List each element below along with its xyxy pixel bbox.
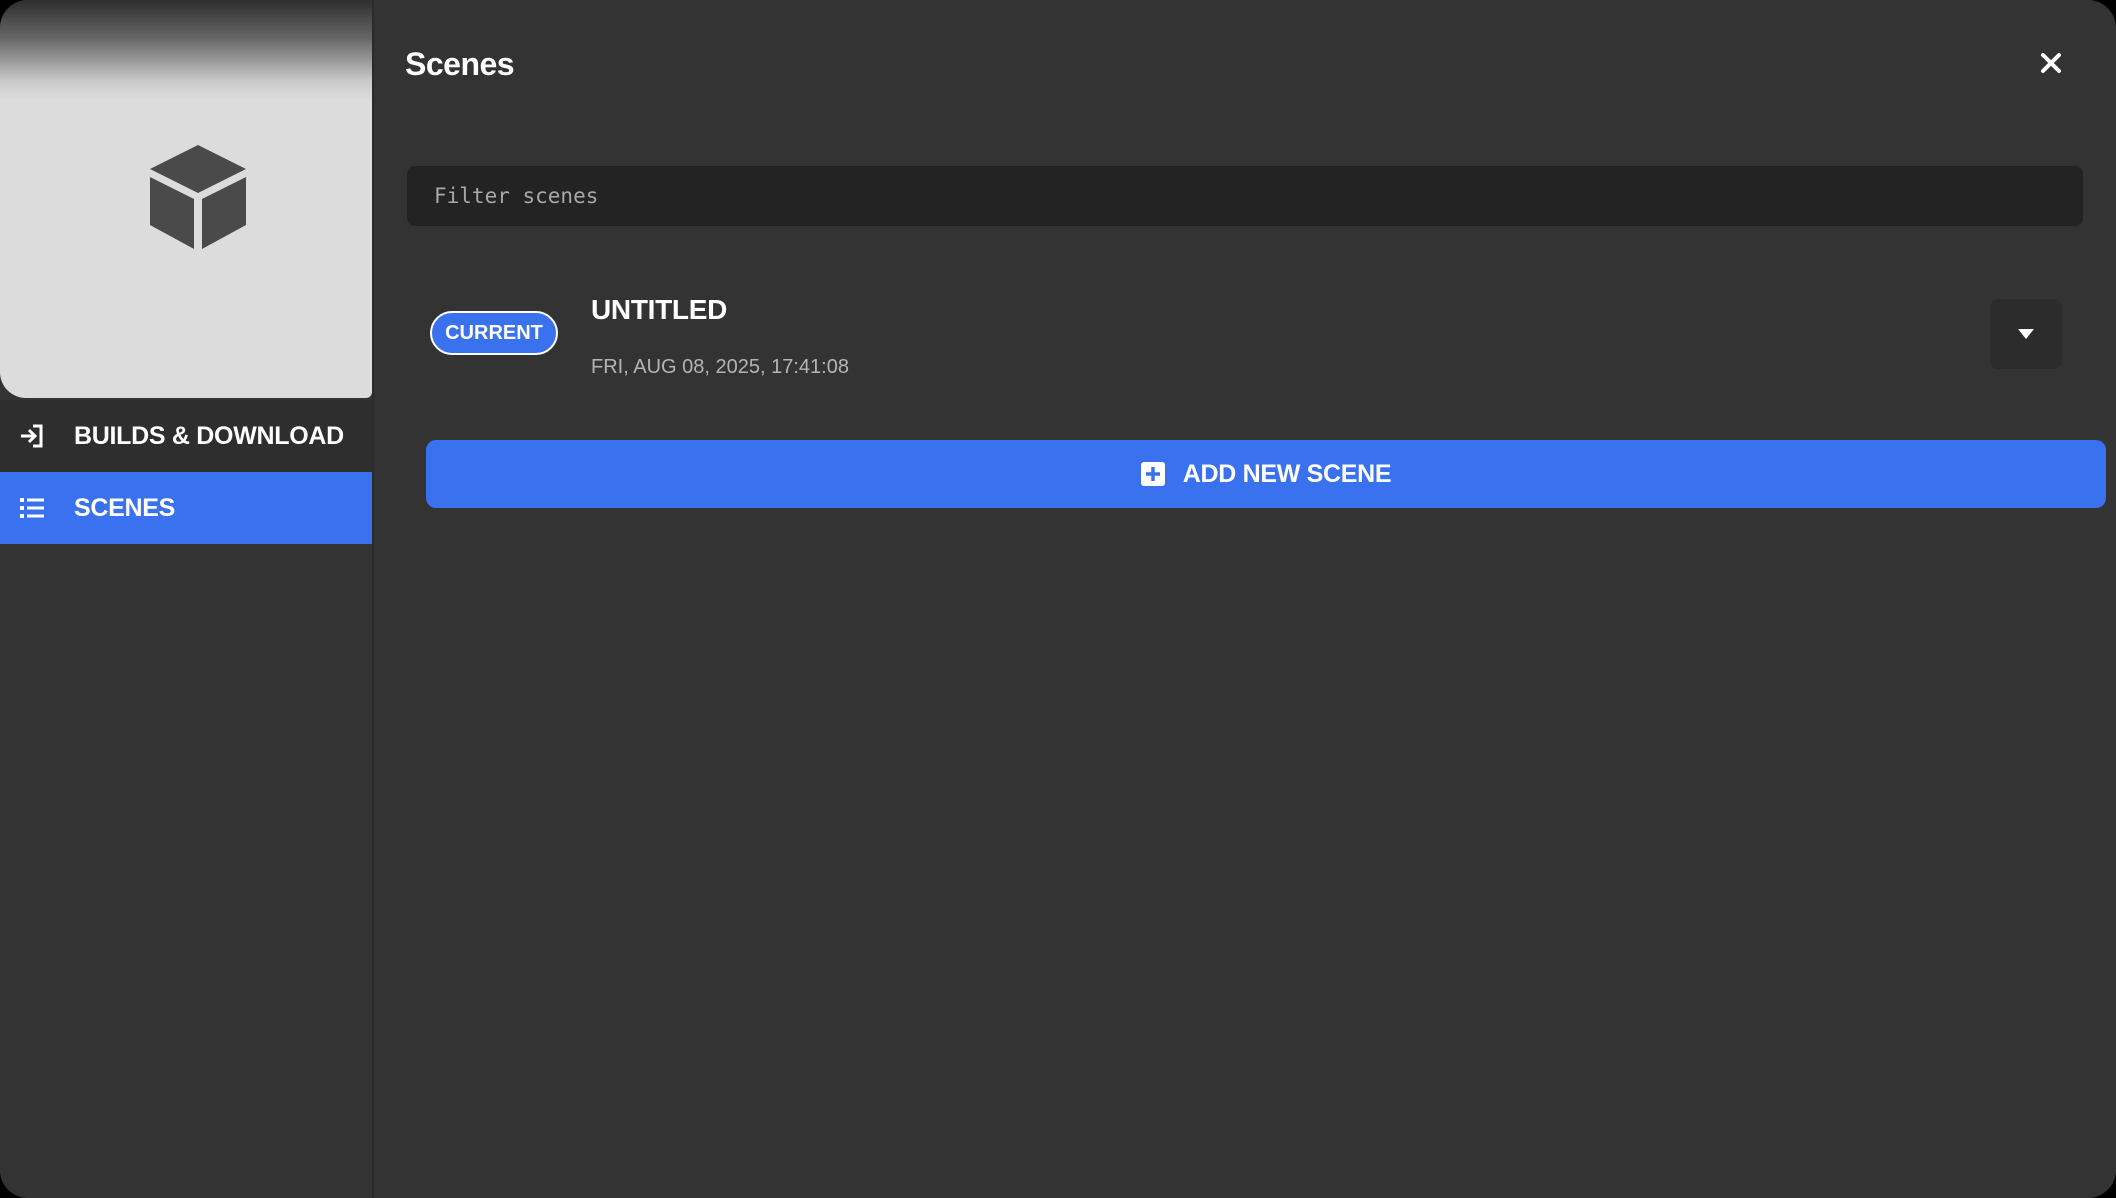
scene-preview [0, 0, 372, 398]
sidebar: BUILDS & DOWNLOAD SCENES [0, 0, 374, 1198]
scenes-panel: Scenes CURRENT UNTITLED FRI, AUG 08, 202… [374, 0, 2116, 1198]
close-icon [2041, 53, 2061, 73]
caret-down-icon [2018, 329, 2034, 339]
close-button[interactable] [2036, 48, 2066, 78]
sidebar-item-scenes[interactable]: SCENES [0, 472, 372, 544]
list-item: CURRENT UNTITLED FRI, AUG 08, 2025, 17:4… [424, 282, 2096, 392]
current-badge: CURRENT [430, 311, 558, 355]
sidebar-item-label: SCENES [74, 493, 176, 522]
filter-scenes-input[interactable] [407, 166, 2083, 226]
sidebar-item-builds-download[interactable]: BUILDS & DOWNLOAD [0, 400, 372, 472]
add-new-scene-label: ADD NEW SCENE [1182, 459, 1392, 488]
scene-name[interactable]: UNTITLED [591, 294, 727, 326]
scene-menu-button[interactable] [1990, 299, 2062, 369]
cube-icon [150, 145, 246, 249]
plus-square-icon [1140, 462, 1165, 486]
app-window: BUILDS & DOWNLOAD SCENES Scenes Filter s… [0, 0, 2116, 1198]
list-icon [18, 494, 46, 522]
add-new-scene-button[interactable]: ADD NEW SCENE [426, 440, 2106, 508]
page-title: Scenes [405, 46, 515, 82]
sidebar-item-label: BUILDS & DOWNLOAD [74, 421, 344, 450]
sign-in-icon [18, 422, 46, 450]
scene-date: FRI, AUG 08, 2025, 17:41:08 [591, 356, 849, 378]
